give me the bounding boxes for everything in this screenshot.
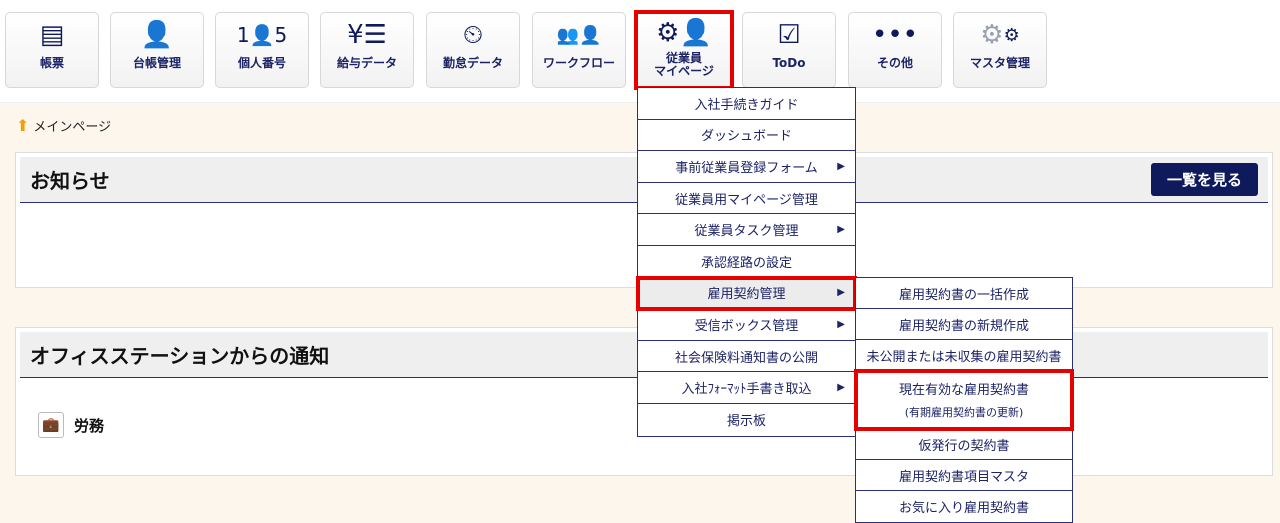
menu-item-label: ダッシュボード xyxy=(700,129,792,145)
menu-item-label: 台帳管理 xyxy=(132,56,181,70)
menu-item-label: 雇用契約書の一括作成 xyxy=(898,287,1029,303)
menu-item-label: 雇用契約書の新規作成 xyxy=(898,318,1029,334)
menu-item-label: 入社ﾌｫｰﾏｯﾄ手書き取込 xyxy=(681,382,812,398)
submenu-item-unpublished[interactable]: 未公開または未収集の雇用契約書 xyxy=(856,340,1072,371)
menu-item-label: 受信ボックス管理 xyxy=(694,318,799,334)
menu-item-label: 入社手続きガイド xyxy=(694,97,799,113)
toolbar-button-my-number[interactable]: 1👤5 個人番号 xyxy=(215,12,309,88)
menu-item-label: 未公開または未収集の雇用契約書 xyxy=(866,349,1062,365)
payroll-icon: ¥☰ xyxy=(347,20,387,50)
submenu-item-favorites[interactable]: お気に入り雇用契約書 xyxy=(856,491,1072,522)
employment-contract-submenu: 雇用契約書の一括作成 雇用契約書の新規作成 未公開または未収集の雇用契約書 現在… xyxy=(854,277,1074,523)
menu-item-onboarding-guide[interactable]: 入社手続きガイド xyxy=(638,88,855,120)
toolbar-button-attendance[interactable]: ⏲ 勤怠データ xyxy=(426,12,520,88)
menu-item-label: 掲示板 xyxy=(726,414,766,430)
breadcrumb: ⬆ メインページ xyxy=(16,116,111,135)
menu-item-dashboard[interactable]: ダッシュボード xyxy=(638,120,855,152)
toolbar-button-workflow[interactable]: 👥👤 ワークフロー xyxy=(532,12,626,88)
menu-item-label: 従業員タスク管理 xyxy=(694,224,799,240)
menu-item-label: (有期雇用契約書の更新) xyxy=(904,406,1024,419)
todo-icon: ☑ xyxy=(777,20,801,50)
submenu-item-provisional[interactable]: 仮発行の契約書 xyxy=(856,429,1072,460)
menu-item-label: マイページ xyxy=(654,64,714,78)
menu-item-approval-route[interactable]: 承認経路の設定 xyxy=(638,246,855,278)
menu-item-label: その他 xyxy=(876,56,913,70)
toolbar-button-ledger[interactable]: 👤 台帳管理 xyxy=(110,12,204,88)
submenu-item-current-contracts[interactable]: 現在有効な雇用契約書 (有期雇用契約書の更新) xyxy=(854,369,1074,431)
menu-item-mypage-management[interactable]: 従業員用マイページ管理 xyxy=(638,183,855,215)
toolbar-button-payroll[interactable]: ¥☰ 給与データ xyxy=(320,12,414,88)
menu-item-label: 社会保険料通知書の公開 xyxy=(674,350,818,366)
chevron-right-icon: ▶ xyxy=(837,382,845,394)
menu-item-label: 現在有効な雇用契約書 xyxy=(898,383,1029,398)
menu-item-inbox-management[interactable]: 受信ボックス管理 ▶ xyxy=(638,309,855,341)
menu-item-label: 事前従業員登録フォーム xyxy=(675,160,818,176)
menu-item-label: 雇用契約管理 xyxy=(707,287,786,303)
briefcase-icon: 💼 xyxy=(38,412,64,438)
gear-icon: ⚙ ⚙ xyxy=(980,20,1020,50)
submenu-item-new-create[interactable]: 雇用契約書の新規作成 xyxy=(856,309,1072,340)
menu-item-label: 承認経路の設定 xyxy=(700,255,792,271)
menu-item-pre-registration-form[interactable]: 事前従業員登録フォーム ▶ xyxy=(638,151,855,183)
chevron-right-icon: ▶ xyxy=(837,318,845,330)
toolbar-button-todo[interactable]: ☑ ToDo xyxy=(742,12,836,88)
menu-item-label: 雇用契約書項目マスタ xyxy=(898,469,1029,485)
menu-item-task-management[interactable]: 従業員タスク管理 ▶ xyxy=(638,214,855,246)
toolbar-button-master[interactable]: ⚙ ⚙ マスタ管理 xyxy=(953,12,1047,88)
view-all-button[interactable]: 一覧を見る xyxy=(1150,163,1258,196)
menu-item-label: 仮発行の契約書 xyxy=(918,438,1010,454)
menu-item-label: 従業員用マイページ管理 xyxy=(675,192,818,208)
submenu-item-bulk-create[interactable]: 雇用契約書の一括作成 xyxy=(856,278,1072,309)
menu-item-label: 帳票 xyxy=(39,56,64,70)
submenu-item-field-master[interactable]: 雇用契約書項目マスタ xyxy=(856,460,1072,491)
document-icon: ▤ xyxy=(39,20,65,50)
menu-item-label: 勤怠データ xyxy=(442,56,503,70)
id-card-icon: 👤 xyxy=(140,20,174,50)
more-icon: ••• xyxy=(871,20,918,50)
menu-item-label: お気に入り雇用契約書 xyxy=(898,501,1029,516)
notice-title: お知らせ xyxy=(30,169,110,193)
toolbar-button-forms[interactable]: ▤ 帳票 xyxy=(5,12,99,88)
clock-icon: ⏲ xyxy=(462,19,484,50)
menu-item-insurance-notice[interactable]: 社会保険料通知書の公開 xyxy=(638,341,855,373)
person-number-icon: 1👤5 xyxy=(236,23,288,47)
workflow-icon: 👥👤 xyxy=(556,24,602,46)
menu-item-label: ToDo xyxy=(772,56,806,70)
menu-item-label: ワークフロー xyxy=(542,56,615,70)
employee-icon: ⚙👤 xyxy=(656,18,712,48)
chevron-right-icon: ▶ xyxy=(837,224,845,236)
menu-item-label: 個人番号 xyxy=(237,56,286,70)
home-icon[interactable]: ⬆ xyxy=(16,116,29,135)
menu-item-handwritten-import[interactable]: 入社ﾌｫｰﾏｯﾄ手書き取込 ▶ xyxy=(638,372,855,404)
office-station-title: オフィスステーションからの通知 xyxy=(30,344,330,368)
employee-mypage-dropdown: 入社手続きガイド ダッシュボード 事前従業員登録フォーム ▶ 従業員用マイページ管… xyxy=(636,87,857,437)
toolbar-button-employee-mypage[interactable]: ⚙👤 従業員 マイページ xyxy=(634,10,734,90)
menu-item-label: マスタ管理 xyxy=(969,56,1030,70)
chevron-right-icon: ▶ xyxy=(837,287,845,299)
toolbar-button-other[interactable]: ••• その他 xyxy=(848,12,942,88)
breadcrumb-main-page[interactable]: メインページ xyxy=(33,116,111,135)
menu-item-bulletin-board[interactable]: 掲示板 xyxy=(638,404,855,436)
chevron-right-icon: ▶ xyxy=(837,160,845,172)
menu-item-employment-contract[interactable]: 雇用契約管理 ▶ xyxy=(636,275,857,312)
labor-category[interactable]: 労務 xyxy=(74,415,104,436)
menu-item-label: 給与データ xyxy=(336,56,397,70)
